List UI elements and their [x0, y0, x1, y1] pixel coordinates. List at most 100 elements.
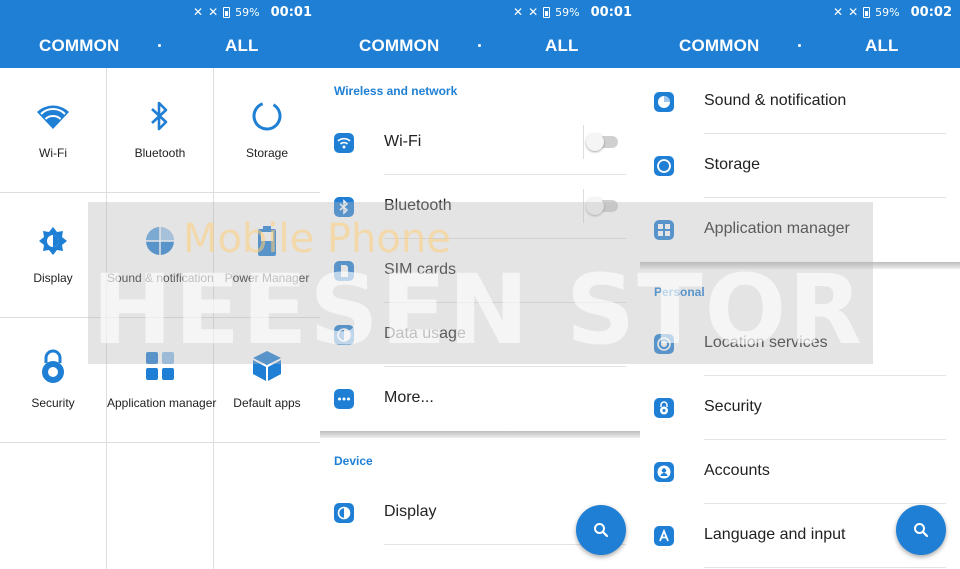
- grid-item-default-apps[interactable]: Default apps: [214, 318, 320, 443]
- wifi-icon: [334, 133, 354, 153]
- tab-common[interactable]: COMMON: [359, 36, 440, 56]
- settings-common-panel: ✕ ✕ 59% 00:01 COMMON ALL Wi-Fi Bluetooth…: [0, 0, 320, 569]
- settings-grid: Wi-Fi Bluetooth Storage Display Sound & …: [0, 68, 320, 569]
- grid-item-label: Storage: [245, 146, 289, 160]
- grid-item-display[interactable]: Display: [0, 193, 107, 318]
- divider: [704, 567, 946, 568]
- section-header-personal: Personal: [654, 285, 705, 299]
- list-item-label: Language and input: [704, 526, 846, 543]
- grid-item-storage[interactable]: Storage: [214, 68, 320, 193]
- bluetooth-toggle[interactable]: [586, 197, 618, 215]
- list-item-data-usage[interactable]: Data usage: [320, 303, 640, 367]
- tab-common[interactable]: COMMON: [39, 36, 120, 76]
- status-bar: ✕ ✕ 59% 00:02: [833, 4, 952, 20]
- battery-percent: 59%: [875, 5, 900, 19]
- data-usage-icon: [334, 325, 354, 345]
- screen: ✕ ✕ 59% 00:01 COMMON ALL Wi-Fi Bluetooth…: [0, 0, 960, 569]
- tab-divider-dot: [798, 44, 801, 47]
- search-icon: [594, 523, 609, 538]
- tab-all[interactable]: ALL: [865, 36, 899, 76]
- battery-status-icon: [863, 6, 871, 18]
- list-item-bluetooth[interactable]: Bluetooth: [320, 175, 640, 239]
- list-item-location-services[interactable]: Location services: [640, 312, 960, 376]
- cube-icon: [249, 348, 285, 384]
- list-item-wifi[interactable]: Wi-Fi: [320, 111, 640, 175]
- grid-item-bluetooth[interactable]: Bluetooth: [107, 68, 214, 193]
- sound-notification-icon: [142, 223, 178, 259]
- tab-all[interactable]: ALL: [545, 36, 579, 76]
- list-item-label: Display: [384, 503, 437, 520]
- list-item-accounts[interactable]: Accounts: [640, 440, 960, 504]
- no-signal-icon: ✕: [848, 5, 859, 19]
- lock-icon: [654, 398, 674, 418]
- tab-divider-dot: [158, 44, 161, 47]
- grid-item-security[interactable]: Security: [0, 318, 107, 443]
- storage-icon: [249, 98, 285, 134]
- list-item-label: SIM cards: [384, 261, 457, 278]
- header: ✕ ✕ 59% 00:01 COMMON ALL: [0, 0, 320, 76]
- list-item-sim-cards[interactable]: SIM cards: [320, 239, 640, 303]
- battery-percent: 59%: [555, 5, 580, 19]
- location-icon: [654, 334, 674, 354]
- list-item-sound-notification[interactable]: Sound & notification: [640, 70, 960, 134]
- list-item-label: Application manager: [704, 220, 850, 237]
- battery-status-icon: [223, 6, 231, 18]
- tab-all[interactable]: ALL: [225, 36, 259, 56]
- language-icon: [654, 526, 674, 546]
- section-separator: [320, 431, 640, 438]
- wifi-toggle[interactable]: [586, 133, 618, 151]
- grid-item-label: Power Manager: [224, 271, 310, 285]
- list-item-label: More...: [384, 389, 434, 406]
- list-item-label: Bluetooth: [384, 197, 452, 214]
- status-bar: ✕ ✕ 59% 00:01: [513, 4, 632, 20]
- list-item-security[interactable]: Security: [640, 376, 960, 440]
- tab-common[interactable]: COMMON: [679, 36, 760, 56]
- search-button[interactable]: [896, 505, 946, 555]
- list-item-label: Location services: [704, 334, 828, 351]
- no-signal-icon: ✕: [528, 5, 539, 19]
- grid-item-sound-notification[interactable]: Sound & notification: [107, 193, 214, 318]
- bluetooth-icon: [142, 98, 178, 134]
- grid-item-label: Default apps: [233, 396, 301, 410]
- grid-empty-cell: [214, 443, 320, 569]
- bluetooth-icon: [334, 197, 354, 217]
- battery-icon: [249, 223, 285, 259]
- storage-icon: [654, 156, 674, 176]
- toggle-divider: [583, 189, 584, 223]
- display-icon: [35, 223, 71, 259]
- sound-notification-icon: [654, 92, 674, 112]
- no-signal-icon: ✕: [513, 5, 524, 19]
- battery-percent: 59%: [235, 5, 260, 19]
- list-item-label: Security: [704, 398, 762, 415]
- apps-icon: [654, 220, 674, 240]
- battery-status-icon: [543, 6, 551, 18]
- sim-card-icon: [334, 261, 354, 281]
- lock-icon: [35, 348, 71, 384]
- grid-item-label: Wi-Fi: [39, 146, 67, 160]
- grid-item-label: Application manager: [107, 396, 217, 410]
- more-icon: [334, 389, 354, 409]
- no-signal-icon: ✕: [193, 5, 204, 19]
- clock: 00:01: [590, 4, 632, 20]
- grid-item-label: Display: [33, 271, 73, 285]
- list-item-application-manager[interactable]: Application manager: [640, 198, 960, 262]
- list-item-more[interactable]: More...: [320, 367, 640, 431]
- section-separator: [640, 262, 960, 269]
- clock: 00:01: [270, 4, 312, 20]
- display-icon: [334, 503, 354, 523]
- section-header-wireless: Wireless and network: [334, 84, 458, 98]
- list-item-label: Storage: [704, 156, 761, 173]
- grid-item-label: Security: [31, 396, 75, 410]
- list-item-storage[interactable]: Storage: [640, 134, 960, 198]
- list-item-label: Wi-Fi: [384, 133, 422, 150]
- header: ✕ ✕ 59% 00:01 COMMON ALL: [320, 0, 640, 76]
- no-signal-icon: ✕: [208, 5, 219, 19]
- grid-item-wifi[interactable]: Wi-Fi: [0, 68, 107, 193]
- grid-item-power-manager[interactable]: Power Manager: [214, 193, 320, 318]
- apps-icon: [142, 348, 178, 384]
- search-icon: [914, 523, 929, 538]
- grid-item-application-manager[interactable]: Application manager: [107, 318, 217, 443]
- list-item-label: Data usage: [384, 325, 466, 342]
- grid-empty-cell: [0, 443, 107, 569]
- search-button[interactable]: [576, 505, 626, 555]
